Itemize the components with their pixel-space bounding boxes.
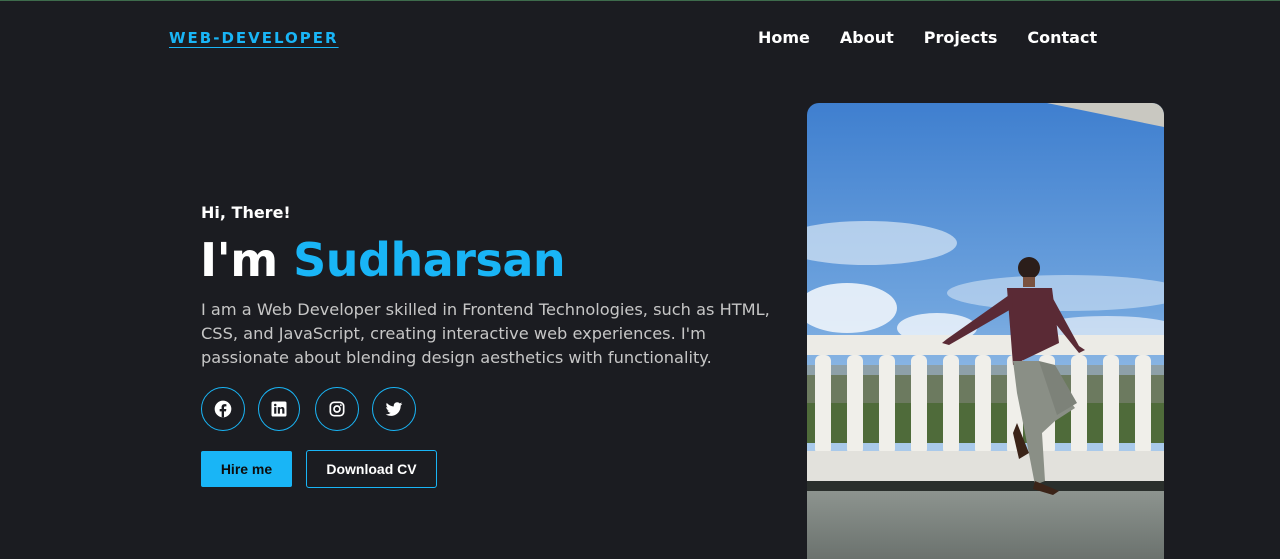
hero-greeting: Hi, There! xyxy=(201,203,291,222)
profile-photo-illustration xyxy=(807,103,1164,559)
headline-prefix: I'm xyxy=(200,233,294,287)
nav-contact[interactable]: Contact xyxy=(1027,28,1097,47)
linkedin-link[interactable] xyxy=(258,387,300,431)
social-links xyxy=(201,387,429,431)
profile-photo xyxy=(807,103,1164,559)
main-nav: Home About Projects Contact xyxy=(758,28,1097,47)
hire-me-button[interactable]: Hire me xyxy=(201,451,292,487)
hero-headline: I'm Sudharsan xyxy=(200,232,566,288)
hero-description: I am a Web Developer skilled in Frontend… xyxy=(201,300,770,367)
twitter-link[interactable] xyxy=(372,387,416,431)
linkedin-icon xyxy=(271,401,287,417)
nav-projects[interactable]: Projects xyxy=(924,28,998,47)
facebook-icon xyxy=(214,400,232,418)
nav-about[interactable]: About xyxy=(840,28,894,47)
download-cv-button[interactable]: Download CV xyxy=(306,450,437,488)
nav-home[interactable]: Home xyxy=(758,28,810,47)
top-border xyxy=(0,0,1280,1)
instagram-icon xyxy=(329,401,345,417)
instagram-link[interactable] xyxy=(315,387,359,431)
facebook-link[interactable] xyxy=(201,387,245,431)
twitter-icon xyxy=(385,402,403,416)
hero-name: Sudharsan xyxy=(293,233,566,287)
site-logo[interactable]: WEB-DEVELOPER xyxy=(169,29,339,47)
